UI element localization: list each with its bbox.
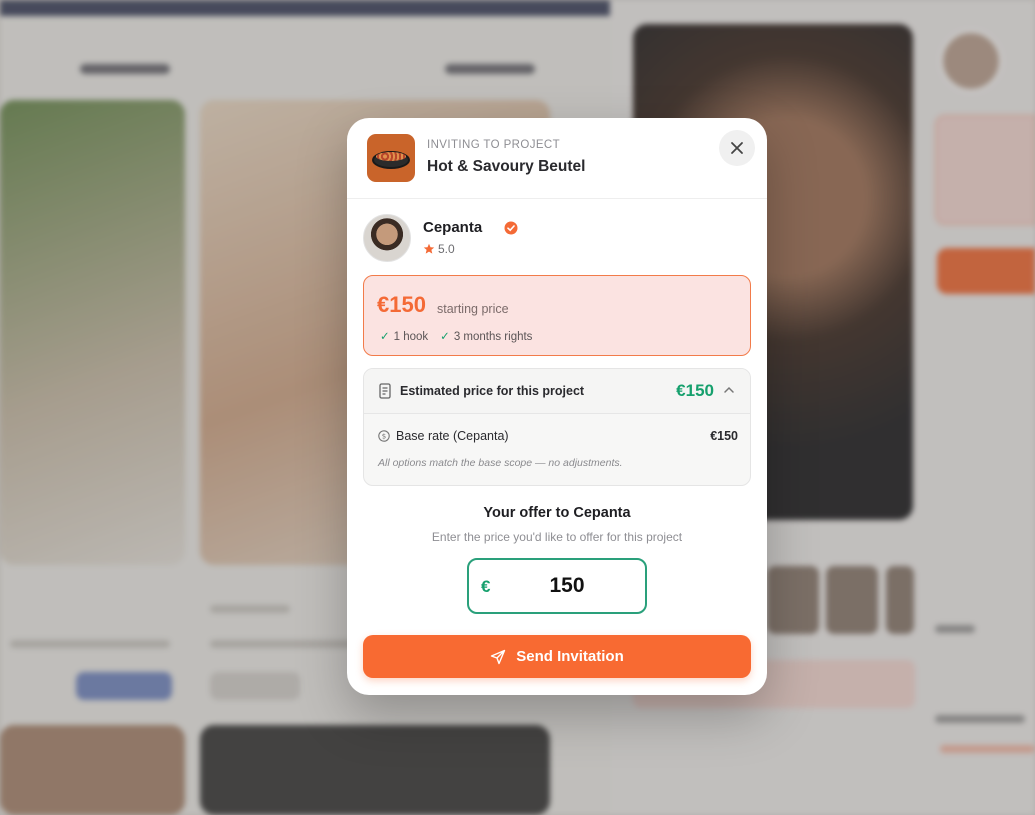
starting-price-card: €150 starting price ✓ 1 hook ✓ 3 months ri… xyxy=(363,275,751,356)
project-name: Hot & Savoury Beutel xyxy=(427,158,586,175)
chevron-up-icon xyxy=(724,386,734,393)
price-feature-label: 3 months rights xyxy=(453,331,533,343)
estimate-row-value: €150 xyxy=(710,429,738,443)
send-invitation-button[interactable]: Send Invitation xyxy=(363,635,751,678)
estimate-note: All options match the base scope — no ad… xyxy=(378,457,623,469)
estimate-panel: Estimated price for this project €150 $ … xyxy=(363,368,751,486)
close-icon xyxy=(731,142,743,154)
creator-avatar xyxy=(363,214,411,262)
starting-price-label: starting price xyxy=(437,302,509,316)
estimate-row-label: Base rate (Cepanta) xyxy=(396,429,509,443)
estimate-total: €150 xyxy=(676,381,714,400)
price-feature-label: 1 hook xyxy=(393,331,429,343)
star-icon xyxy=(423,243,435,254)
creator-rating: 5.0 xyxy=(423,242,455,256)
send-invitation-label: Send Invitation xyxy=(516,648,624,665)
invite-modal: INVITING TO PROJECT Hot & Savoury Beutel… xyxy=(347,118,767,695)
close-button[interactable] xyxy=(719,130,755,166)
modal-header: INVITING TO PROJECT Hot & Savoury Beutel xyxy=(347,118,767,199)
rating-value: 5.0 xyxy=(438,242,455,256)
offer-subtitle: Enter the price you'd like to offer for … xyxy=(431,530,683,544)
coin-icon: $ xyxy=(378,430,390,442)
estimate-toggle[interactable]: Estimated price for this project €150 xyxy=(364,369,750,414)
starting-price-amount: €150 xyxy=(377,292,426,317)
send-icon xyxy=(491,649,506,664)
price-feature: ✓ 1 hook xyxy=(380,329,428,343)
price-feature: ✓ 3 months rights xyxy=(440,329,532,343)
check-icon: ✓ xyxy=(380,331,390,343)
project-thumbnail xyxy=(367,134,415,182)
offer-price-value[interactable]: 150 xyxy=(469,574,649,598)
food-image xyxy=(376,152,406,161)
svg-text:$: $ xyxy=(382,433,386,441)
estimate-title: Estimated price for this project xyxy=(400,384,585,398)
offer-title: Your offer to Cepanta xyxy=(483,505,631,521)
verified-badge-icon xyxy=(504,221,518,235)
inviting-label: INVITING TO PROJECT xyxy=(427,139,561,151)
creator-name: Cepanta xyxy=(423,219,483,236)
price-features: ✓ 1 hook ✓ 3 months rights xyxy=(380,329,532,343)
offer-price-input[interactable]: € 150 xyxy=(467,558,647,614)
check-icon: ✓ xyxy=(440,331,450,343)
receipt-icon xyxy=(379,383,391,399)
creator-row: Cepanta 5.0 xyxy=(363,214,743,264)
